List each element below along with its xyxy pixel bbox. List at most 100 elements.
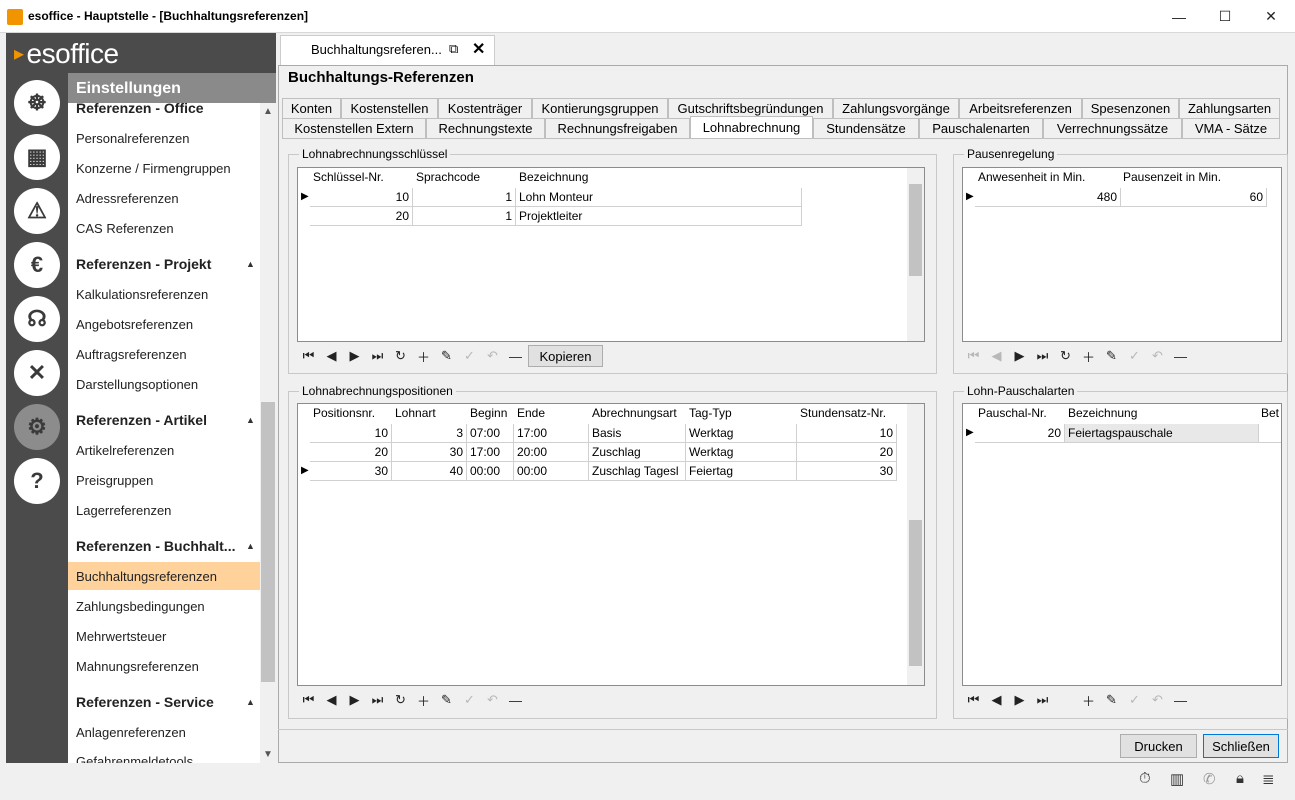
- nav-group-artikel[interactable]: Referenzen - Artikel: [76, 412, 207, 428]
- table-cell[interactable]: [1259, 424, 1281, 443]
- delete-icon[interactable]: —: [1169, 345, 1192, 367]
- tab-kostentraeger[interactable]: Kostenträger: [438, 98, 532, 118]
- nav-item-auftragsreferenzen[interactable]: Auftragsreferenzen: [76, 347, 187, 362]
- stopwatch-icon[interactable]: ⏱: [1139, 770, 1151, 787]
- first-record-icon[interactable]: ⏮: [962, 345, 985, 367]
- add-icon[interactable]: ＋: [412, 345, 435, 367]
- table-cell[interactable]: 17:00: [467, 443, 514, 462]
- column-header[interactable]: Pauschal-Nr.: [978, 406, 1047, 420]
- table-cell[interactable]: 60: [1121, 188, 1267, 207]
- undo-icon[interactable]: ↶: [481, 345, 504, 367]
- delete-icon[interactable]: —: [504, 345, 527, 367]
- confirm-icon[interactable]: ✓: [458, 345, 481, 367]
- column-header[interactable]: Pausenzeit in Min.: [1123, 170, 1221, 184]
- edit-icon[interactable]: ✎: [435, 689, 458, 711]
- table-cell[interactable]: 480: [975, 188, 1121, 207]
- column-header[interactable]: Bezeichnung: [519, 170, 588, 184]
- table-cell[interactable]: 20:00: [514, 443, 589, 462]
- positionen-grid[interactable]: Positionsnr. Lohnart Beginn Ende Abrechn…: [297, 403, 925, 686]
- database-icon[interactable]: ≣: [1262, 770, 1275, 788]
- pause-grid[interactable]: Anwesenheit in Min. Pausenzeit in Min. ▶…: [962, 167, 1282, 342]
- tab-zahlungsarten[interactable]: Zahlungsarten: [1179, 98, 1280, 118]
- building-icon[interactable]: ▥: [1170, 770, 1184, 788]
- help-icon[interactable]: ?: [14, 458, 60, 504]
- table-cell[interactable]: 20: [975, 424, 1065, 443]
- tab-pauschalenarten[interactable]: Pauschalenarten: [919, 118, 1043, 138]
- refresh-icon[interactable]: ↻: [389, 345, 412, 367]
- phone-icon[interactable]: ✆: [1203, 770, 1216, 788]
- nav-item-mahnungsreferenzen[interactable]: Mahnungsreferenzen: [76, 659, 199, 674]
- next-record-icon[interactable]: ▶: [343, 689, 366, 711]
- refresh-icon[interactable]: ↻: [389, 689, 412, 711]
- refresh-icon[interactable]: ↻: [1054, 345, 1077, 367]
- add-icon[interactable]: ＋: [1077, 689, 1100, 711]
- column-header[interactable]: Sprachcode: [416, 170, 480, 184]
- tab-rechnungstexte[interactable]: Rechnungstexte: [426, 118, 545, 138]
- tab-spesenzonen[interactable]: Spesenzonen: [1082, 98, 1179, 118]
- copy-button[interactable]: Kopieren: [528, 345, 603, 367]
- table-cell[interactable]: 10: [797, 424, 897, 443]
- last-record-icon[interactable]: ⏭: [1031, 345, 1054, 367]
- table-cell[interactable]: Lohn Monteur: [516, 188, 802, 207]
- last-record-icon[interactable]: ⏭: [366, 345, 389, 367]
- column-header[interactable]: Ende: [517, 406, 545, 420]
- table-cell[interactable]: 1: [413, 188, 516, 207]
- column-header[interactable]: Positionsnr.: [313, 406, 375, 420]
- delete-icon[interactable]: —: [504, 689, 527, 711]
- scroll-thumb[interactable]: [909, 184, 922, 276]
- table-cell[interactable]: Basis: [589, 424, 686, 443]
- table-cell[interactable]: 00:00: [514, 462, 589, 481]
- undo-icon[interactable]: ↶: [481, 689, 504, 711]
- column-header[interactable]: Lohnart: [395, 406, 436, 420]
- column-header[interactable]: Tag-Typ: [689, 406, 732, 420]
- pauschal-grid[interactable]: Pauschal-Nr. Bezeichnung Bet ▶ 20 Feiert…: [962, 403, 1282, 686]
- table-cell[interactable]: 40: [392, 462, 467, 481]
- tools-icon[interactable]: ✕: [14, 350, 60, 396]
- collapse-caret-icon[interactable]: ▲: [246, 541, 255, 551]
- scroll-thumb[interactable]: [909, 520, 922, 666]
- tab-kontierungsgruppen[interactable]: Kontierungsgruppen: [532, 98, 668, 118]
- prev-record-icon[interactable]: ◀: [320, 689, 343, 711]
- headset-icon[interactable]: ☊: [14, 296, 60, 342]
- edit-icon[interactable]: ✎: [435, 345, 458, 367]
- print-button[interactable]: Drucken: [1120, 734, 1197, 758]
- money-icon[interactable]: €: [14, 242, 60, 288]
- table-cell[interactable]: Zuschlag Tagesl: [589, 462, 686, 481]
- table-cell[interactable]: 3: [392, 424, 467, 443]
- table-cell[interactable]: 20: [310, 207, 413, 226]
- collapse-caret-icon[interactable]: ▲: [246, 259, 255, 269]
- settings-gears-icon[interactable]: ⚙: [14, 404, 60, 450]
- tab-konten[interactable]: Konten: [282, 98, 341, 118]
- nav-item-lagerreferenzen[interactable]: Lagerreferenzen: [76, 503, 171, 518]
- maximize-button[interactable]: ☐: [1202, 0, 1248, 33]
- tab-kostenstellen[interactable]: Kostenstellen: [341, 98, 438, 118]
- scroll-up-icon[interactable]: ▲: [263, 106, 273, 117]
- ship-wheel-icon[interactable]: ☸: [14, 80, 60, 126]
- first-record-icon[interactable]: ⏮: [962, 689, 985, 711]
- edit-icon[interactable]: ✎: [1100, 345, 1123, 367]
- prev-record-icon[interactable]: ◀: [985, 689, 1008, 711]
- table-cell[interactable]: Feiertagspauschale: [1065, 424, 1259, 443]
- close-button[interactable]: Schließen: [1203, 734, 1279, 758]
- close-tab-icon[interactable]: ✕: [472, 39, 485, 59]
- tab-verrechnungssaetze[interactable]: Verrechnungssätze: [1043, 118, 1182, 138]
- undock-icon[interactable]: ⧉: [449, 41, 458, 57]
- table-cell[interactable]: 30: [797, 462, 897, 481]
- confirm-icon[interactable]: ✓: [1123, 689, 1146, 711]
- scroll-down-icon[interactable]: ▼: [263, 749, 273, 760]
- tab-rechnungsfreigaben[interactable]: Rechnungsfreigaben: [545, 118, 690, 138]
- tab-zahlungsvorgaenge[interactable]: Zahlungsvorgänge: [833, 98, 959, 118]
- tab-arbeitsreferenzen[interactable]: Arbeitsreferenzen: [959, 98, 1082, 118]
- column-header[interactable]: Stundensatz-Nr.: [800, 406, 886, 420]
- schluessel-grid[interactable]: Schlüssel-Nr. Sprachcode Bezeichnung ▶ 1…: [297, 167, 925, 342]
- table-cell[interactable]: 10: [310, 188, 413, 207]
- tab-kostenstellen-extern[interactable]: Kostenstellen Extern: [282, 118, 426, 138]
- next-record-icon[interactable]: ▶: [343, 345, 366, 367]
- nav-item-cas-referenzen[interactable]: CAS Referenzen: [76, 221, 174, 236]
- nav-item-personalreferenzen[interactable]: Personalreferenzen: [76, 131, 189, 146]
- table-cell[interactable]: Werktag: [686, 443, 797, 462]
- undo-icon[interactable]: ↶: [1146, 345, 1169, 367]
- tab-stundensaetze[interactable]: Stundensätze: [813, 118, 919, 138]
- column-header[interactable]: Bezeichnung: [1068, 406, 1137, 420]
- alarm-light-icon[interactable]: ⚠: [14, 188, 60, 234]
